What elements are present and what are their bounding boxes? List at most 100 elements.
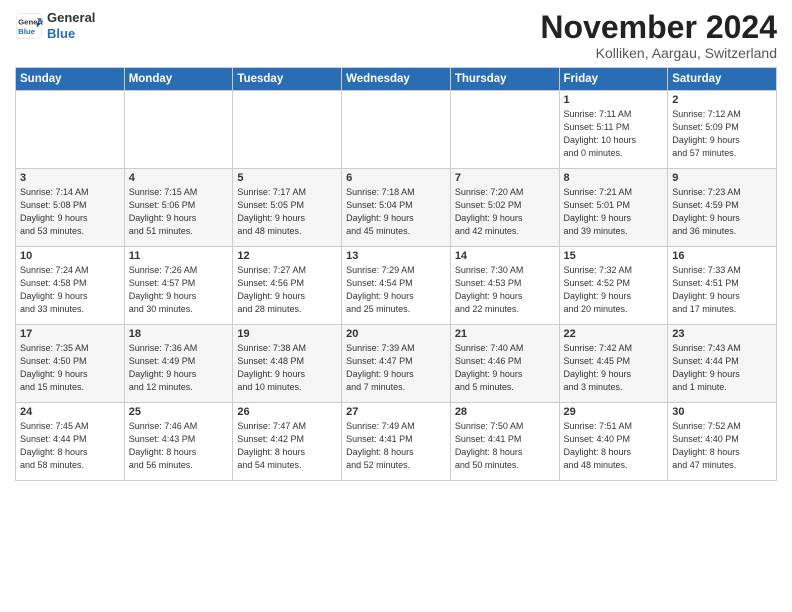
day-info: Sunrise: 7:30 AMSunset: 4:53 PMDaylight:… [455, 264, 555, 316]
day-info: Sunrise: 7:51 AMSunset: 4:40 PMDaylight:… [564, 420, 664, 472]
day-number: 3 [20, 172, 120, 184]
logo-icon: General Blue [15, 12, 43, 40]
day-info: Sunrise: 7:21 AMSunset: 5:01 PMDaylight:… [564, 186, 664, 238]
day-info: Sunrise: 7:36 AMSunset: 4:49 PMDaylight:… [129, 342, 229, 394]
day-info: Sunrise: 7:40 AMSunset: 4:46 PMDaylight:… [455, 342, 555, 394]
day-info: Sunrise: 7:49 AMSunset: 4:41 PMDaylight:… [346, 420, 446, 472]
day-info: Sunrise: 7:42 AMSunset: 4:45 PMDaylight:… [564, 342, 664, 394]
header-monday: Monday [124, 68, 233, 91]
day-number: 24 [20, 406, 120, 418]
calendar-cell [342, 91, 451, 169]
day-number: 19 [237, 328, 337, 340]
day-number: 5 [237, 172, 337, 184]
calendar-cell: 11Sunrise: 7:26 AMSunset: 4:57 PMDayligh… [124, 247, 233, 325]
day-info: Sunrise: 7:38 AMSunset: 4:48 PMDaylight:… [237, 342, 337, 394]
calendar-cell: 5Sunrise: 7:17 AMSunset: 5:05 PMDaylight… [233, 169, 342, 247]
calendar-cell: 18 Sunrise: 7:36 AMSunset: 4:49 PMDayligh… [124, 325, 233, 403]
day-number: 28 [455, 406, 555, 418]
calendar-cell [233, 91, 342, 169]
calendar-cell: 17 Sunrise: 7:35 AMSunset: 4:50 PMDayligh… [16, 325, 125, 403]
day-number: 8 [564, 172, 664, 184]
day-number: 23 [672, 328, 772, 340]
day-info: Sunrise: 7:52 AMSunset: 4:40 PMDaylight:… [672, 420, 772, 472]
day-number: 11 [129, 250, 229, 262]
calendar-cell: 3 Sunrise: 7:14 AMSunset: 5:08 PMDaylight… [16, 169, 125, 247]
day-info: Sunrise: 7:15 AMSunset: 5:06 PMDaylight:… [129, 186, 229, 238]
header-saturday: Saturday [668, 68, 777, 91]
day-number: 6 [346, 172, 446, 184]
week-row-2: 3 Sunrise: 7:14 AMSunset: 5:08 PMDaylight… [16, 169, 777, 247]
day-info: Sunrise: 7:35 AMSunset: 4:50 PMDaylight:… [20, 342, 120, 394]
day-info: Sunrise: 7:12 AMSunset: 5:09 PMDaylight:… [672, 108, 772, 160]
logo-text: General Blue [47, 10, 95, 41]
day-info: Sunrise: 7:39 AMSunset: 4:47 PMDaylight:… [346, 342, 446, 394]
day-info: Sunrise: 7:14 AMSunset: 5:08 PMDaylight:… [20, 186, 120, 238]
page-container: General Blue General Blue November 2024 … [0, 0, 792, 486]
header-tuesday: Tuesday [233, 68, 342, 91]
day-number: 7 [455, 172, 555, 184]
day-number: 20 [346, 328, 446, 340]
calendar-cell: 15Sunrise: 7:32 AMSunset: 4:52 PMDayligh… [559, 247, 668, 325]
calendar-cell: 9 Sunrise: 7:23 AMSunset: 4:59 PMDaylight… [668, 169, 777, 247]
day-number: 10 [20, 250, 120, 262]
calendar-table: SundayMondayTuesdayWednesdayThursdayFrid… [15, 67, 777, 481]
logo: General Blue General Blue [15, 10, 95, 41]
calendar-cell: 20 Sunrise: 7:39 AMSunset: 4:47 PMDayligh… [342, 325, 451, 403]
week-row-5: 24 Sunrise: 7:45 AMSunset: 4:44 PMDayligh… [16, 403, 777, 481]
week-row-3: 10 Sunrise: 7:24 AMSunset: 4:58 PMDayligh… [16, 247, 777, 325]
calendar-cell: 16 Sunrise: 7:33 AMSunset: 4:51 PMDayligh… [668, 247, 777, 325]
day-info: Sunrise: 7:11 AMSunset: 5:11 PMDaylight:… [564, 108, 664, 160]
calendar-cell: 19 Sunrise: 7:38 AMSunset: 4:48 PMDayligh… [233, 325, 342, 403]
day-info: Sunrise: 7:27 AMSunset: 4:56 PMDaylight:… [237, 264, 337, 316]
calendar-cell: 29 Sunrise: 7:51 AMSunset: 4:40 PMDayligh… [559, 403, 668, 481]
day-info: Sunrise: 7:50 AMSunset: 4:41 PMDaylight:… [455, 420, 555, 472]
calendar-cell: 27 Sunrise: 7:49 AMSunset: 4:41 PMDayligh… [342, 403, 451, 481]
day-number: 25 [129, 406, 229, 418]
day-info: Sunrise: 7:45 AMSunset: 4:44 PMDaylight:… [20, 420, 120, 472]
title-block: November 2024 Kolliken, Aargau, Switzerl… [540, 10, 777, 61]
calendar-cell: 7 Sunrise: 7:20 AMSunset: 5:02 PMDaylight… [450, 169, 559, 247]
calendar-cell: 14 Sunrise: 7:30 AMSunset: 4:53 PMDayligh… [450, 247, 559, 325]
header-wednesday: Wednesday [342, 68, 451, 91]
calendar-cell: 26Sunrise: 7:47 AMSunset: 4:42 PMDayligh… [233, 403, 342, 481]
day-number: 17 [20, 328, 120, 340]
location-subtitle: Kolliken, Aargau, Switzerland [540, 45, 777, 61]
day-number: 4 [129, 172, 229, 184]
day-number: 29 [564, 406, 664, 418]
day-number: 2 [672, 94, 772, 106]
calendar-cell: 10 Sunrise: 7:24 AMSunset: 4:58 PMDayligh… [16, 247, 125, 325]
day-number: 27 [346, 406, 446, 418]
calendar-cell: 8 Sunrise: 7:21 AMSunset: 5:01 PMDaylight… [559, 169, 668, 247]
day-number: 14 [455, 250, 555, 262]
header-friday: Friday [559, 68, 668, 91]
day-number: 1 [564, 94, 664, 106]
day-info: Sunrise: 7:29 AMSunset: 4:54 PMDaylight:… [346, 264, 446, 316]
calendar-cell: 23Sunrise: 7:43 AMSunset: 4:44 PMDayligh… [668, 325, 777, 403]
calendar-header-row: SundayMondayTuesdayWednesdayThursdayFrid… [16, 68, 777, 91]
calendar-cell: 24 Sunrise: 7:45 AMSunset: 4:44 PMDayligh… [16, 403, 125, 481]
day-number: 12 [237, 250, 337, 262]
day-info: Sunrise: 7:24 AMSunset: 4:58 PMDaylight:… [20, 264, 120, 316]
calendar-cell [124, 91, 233, 169]
day-number: 16 [672, 250, 772, 262]
day-info: Sunrise: 7:33 AMSunset: 4:51 PMDaylight:… [672, 264, 772, 316]
header-sunday: Sunday [16, 68, 125, 91]
calendar-cell: 1 Sunrise: 7:11 AMSunset: 5:11 PMDaylight… [559, 91, 668, 169]
calendar-cell [16, 91, 125, 169]
day-number: 26 [237, 406, 337, 418]
day-number: 22 [564, 328, 664, 340]
day-info: Sunrise: 7:20 AMSunset: 5:02 PMDaylight:… [455, 186, 555, 238]
day-number: 18 [129, 328, 229, 340]
calendar-cell: 4 Sunrise: 7:15 AMSunset: 5:06 PMDaylight… [124, 169, 233, 247]
calendar-cell [450, 91, 559, 169]
calendar-cell: 25Sunrise: 7:46 AMSunset: 4:43 PMDayligh… [124, 403, 233, 481]
week-row-1: 1 Sunrise: 7:11 AMSunset: 5:11 PMDaylight… [16, 91, 777, 169]
day-info: Sunrise: 7:32 AMSunset: 4:52 PMDaylight:… [564, 264, 664, 316]
calendar-cell: 12 Sunrise: 7:27 AMSunset: 4:56 PMDayligh… [233, 247, 342, 325]
day-info: Sunrise: 7:18 AMSunset: 5:04 PMDaylight:… [346, 186, 446, 238]
calendar-cell: 21 Sunrise: 7:40 AMSunset: 4:46 PMDayligh… [450, 325, 559, 403]
day-info: Sunrise: 7:23 AMSunset: 4:59 PMDaylight:… [672, 186, 772, 238]
day-number: 21 [455, 328, 555, 340]
day-number: 9 [672, 172, 772, 184]
calendar-cell: 30Sunrise: 7:52 AMSunset: 4:40 PMDayligh… [668, 403, 777, 481]
